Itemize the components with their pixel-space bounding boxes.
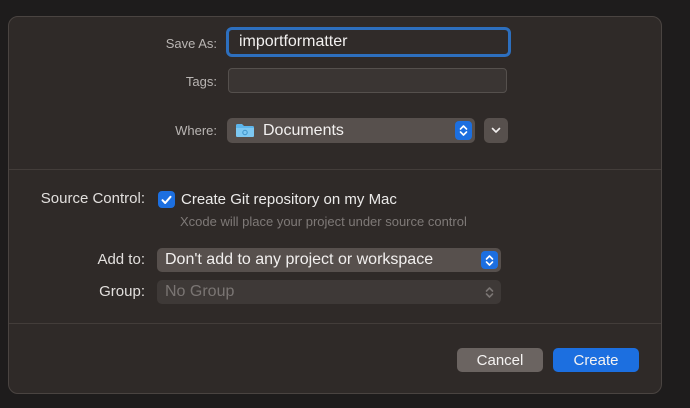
tags-input[interactable] [228, 68, 507, 93]
where-popup[interactable]: Documents [227, 118, 475, 143]
git-repo-checkbox-label[interactable]: Create Git repository on my Mac [181, 191, 397, 208]
up-down-chevron-icon [481, 283, 498, 301]
add-to-popup[interactable]: Don't add to any project or workspace [157, 248, 501, 272]
chevron-down-icon [491, 127, 501, 134]
source-control-label: Source Control: [40, 190, 145, 207]
git-repo-checkbox[interactable] [158, 191, 175, 208]
cancel-button[interactable]: Cancel [457, 348, 543, 372]
add-to-value: Don't add to any project or workspace [165, 251, 434, 268]
up-down-chevron-icon [481, 251, 498, 269]
checkmark-icon [161, 195, 172, 205]
create-button[interactable]: Create [553, 348, 639, 372]
save-as-label: Save As: [165, 36, 217, 51]
save-as-input[interactable]: importformatter [226, 27, 511, 57]
where-label: Where: [175, 123, 217, 138]
where-expand-button[interactable] [484, 118, 508, 143]
group-label: Group: [99, 283, 145, 300]
source-control-hint: Xcode will place your project under sour… [180, 214, 467, 229]
up-down-chevron-icon [455, 121, 472, 140]
divider-top [9, 169, 661, 170]
group-popup[interactable]: No Group [157, 280, 501, 304]
save-dialog: Save As: importformatter Tags: Where: Do… [8, 16, 662, 394]
tags-label: Tags: [185, 74, 217, 89]
where-value: Documents [263, 121, 344, 139]
group-value: No Group [165, 283, 235, 300]
add-to-label: Add to: [97, 251, 145, 268]
divider-bottom [9, 323, 661, 324]
folder-icon [235, 123, 255, 138]
